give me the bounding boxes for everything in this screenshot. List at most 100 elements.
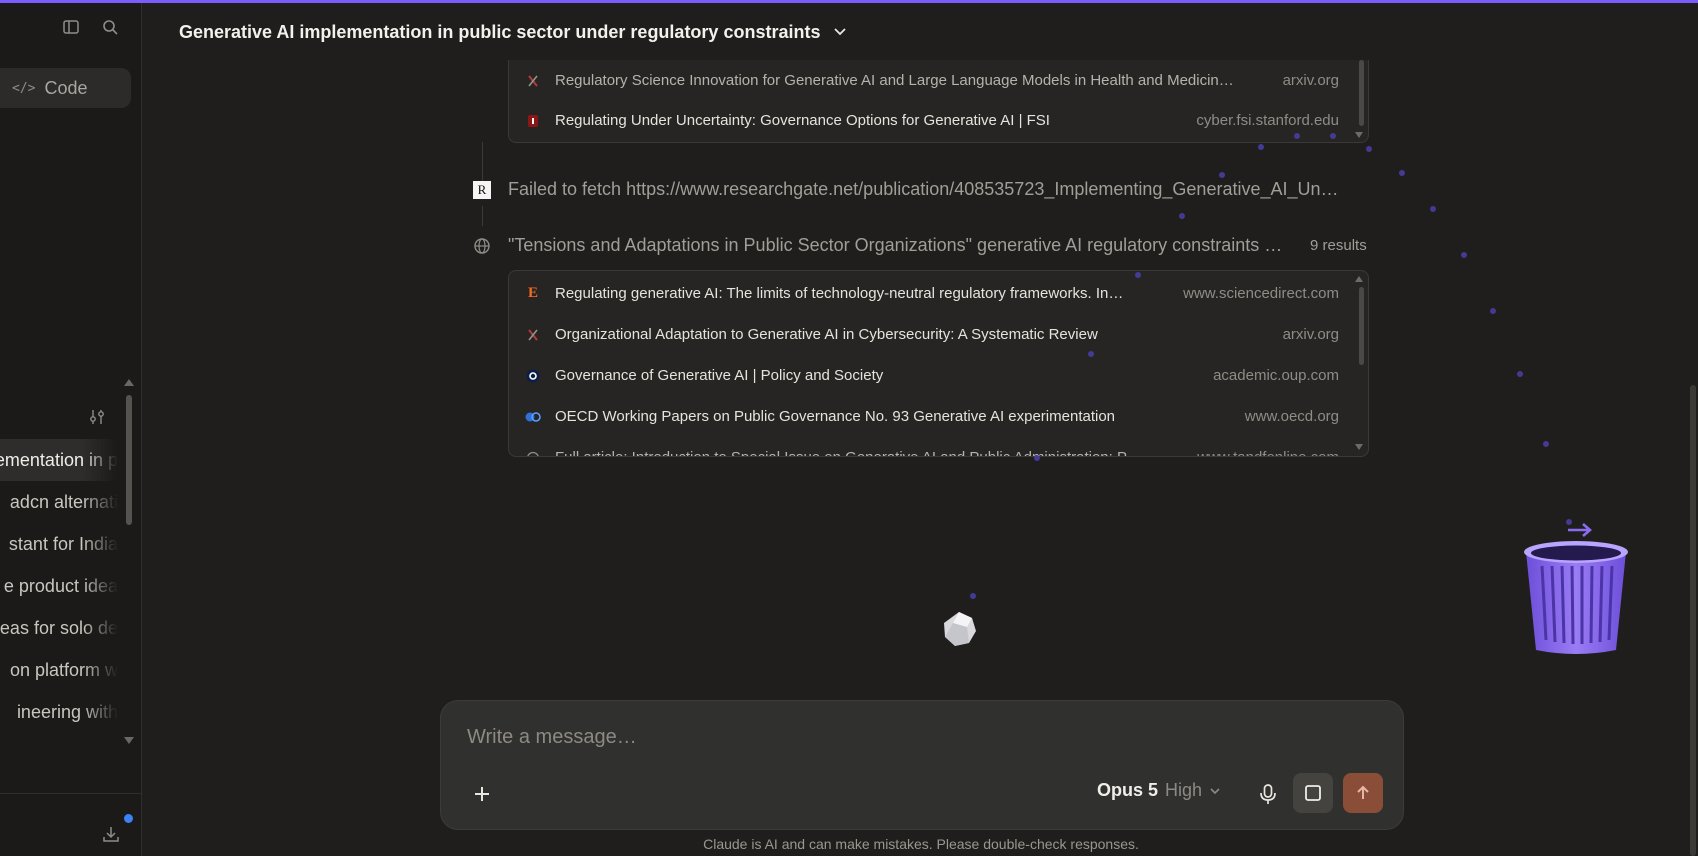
download-icon[interactable] (102, 825, 120, 843)
search-results-box: Regulatory Science Innovation for Genera… (508, 60, 1369, 143)
conversation-title-bar[interactable]: Generative AI implementation in public s… (179, 17, 848, 47)
effort-selector[interactable]: High (1165, 780, 1222, 801)
globe-icon (525, 450, 541, 456)
result-title: Regulatory Science Innovation for Genera… (555, 72, 1234, 89)
chat-item-label: adcn alternati (9, 492, 118, 512)
result-title: Governance of Generative AI | Policy and… (555, 367, 884, 384)
results-scroll-down[interactable] (1355, 444, 1363, 450)
sidebar-divider (0, 793, 141, 794)
chat-item-label: eas for solo de (0, 618, 118, 638)
particle (1366, 146, 1372, 152)
result-row[interactable]: Governance of Generative AI | Policy and… (509, 355, 1349, 396)
result-title: Regulating Under Uncertainty: Governance… (555, 112, 1050, 129)
result-row[interactable]: E Regulating generative AI: The limits o… (509, 273, 1349, 314)
message-input[interactable] (465, 719, 1369, 755)
result-row[interactable]: Regulatory Science Innovation for Genera… (509, 60, 1349, 101)
sidebar-scroll-up[interactable] (124, 379, 134, 386)
timeline-line (482, 142, 483, 182)
result-domain: arxiv.org (1282, 326, 1339, 343)
results-scrollbar[interactable] (1359, 287, 1364, 365)
chat-item-label: ementation in p (0, 450, 118, 470)
microphone-button[interactable] (1251, 777, 1285, 811)
result-domain: academic.oup.com (1213, 367, 1339, 384)
results-scroll-down[interactable] (1355, 132, 1363, 138)
chat-item[interactable]: adcn alternati (0, 481, 118, 523)
code-button[interactable]: </> Code (0, 68, 131, 108)
particle (1034, 455, 1040, 461)
notification-dot (124, 814, 133, 823)
filter-icon[interactable] (88, 408, 106, 426)
chat-list: ementation in p adcn alternati stant for… (0, 439, 124, 733)
sidebar-scrollbar[interactable] (126, 395, 132, 525)
oup-icon (525, 368, 541, 384)
search-query: "Tensions and Adaptations in Public Sect… (508, 235, 1283, 255)
top-accent-line (0, 0, 1698, 3)
particle (1543, 441, 1549, 447)
code-icon: </> (12, 80, 36, 96)
particle (1219, 172, 1225, 178)
chat-item[interactable]: eas for solo de (0, 607, 118, 649)
particle (1330, 133, 1336, 139)
chat-item[interactable]: stant for India (0, 523, 118, 565)
result-row[interactable]: Regulating Under Uncertainty: Governance… (509, 100, 1349, 141)
sidebar-toggle-icon[interactable] (62, 18, 80, 36)
particle (1399, 170, 1405, 176)
globe-icon (472, 236, 492, 256)
chat-item[interactable]: on platform w (0, 649, 118, 691)
effort-label: High (1165, 780, 1203, 800)
chat-item[interactable]: ineering with (0, 691, 118, 733)
result-row[interactable]: Full article: Introduction to Special Is… (509, 437, 1349, 456)
model-selector[interactable]: Opus 5 (1097, 780, 1158, 801)
code-label: Code (44, 77, 88, 98)
chevron-down-icon[interactable] (832, 24, 848, 40)
stop-button[interactable] (1293, 773, 1333, 813)
trash-icon[interactable] (1518, 516, 1634, 656)
stop-icon (1305, 785, 1321, 801)
arxiv-icon (525, 73, 541, 89)
fetch-step: R Failed to fetch https://www.researchga… (472, 179, 1362, 200)
result-domain: cyber.fsi.stanford.edu (1196, 112, 1339, 129)
chat-item-label: e product idea (3, 576, 118, 596)
chat-item-active[interactable]: ementation in p (0, 439, 118, 481)
search-step[interactable]: "Tensions and Adaptations in Public Sect… (472, 235, 1367, 256)
particle (1430, 206, 1436, 212)
particle (1517, 371, 1523, 377)
chat-item[interactable]: e product idea (0, 565, 118, 607)
microphone-icon (1260, 784, 1276, 804)
result-domain: www.sciencedirect.com (1183, 285, 1339, 302)
send-button[interactable] (1343, 773, 1383, 813)
fetch-status-text: Failed to fetch https://www.researchgate… (508, 179, 1339, 199)
elsevier-icon: E (527, 285, 538, 301)
result-title: Full article: Introduction to Special Is… (555, 449, 1183, 456)
conversation-title: Generative AI implementation in public s… (179, 21, 821, 42)
search-icon[interactable] (101, 18, 119, 36)
add-attachment-button[interactable] (465, 777, 499, 811)
loading-spinner-icon (939, 609, 979, 649)
oecd-icon (525, 409, 541, 425)
particle (1088, 351, 1094, 357)
sidebar-scroll-down[interactable] (124, 737, 134, 744)
particle (1461, 252, 1467, 258)
result-row[interactable]: OECD Working Papers on Public Governance… (509, 396, 1349, 437)
results-scrollbar[interactable] (1359, 60, 1364, 126)
particle (1179, 213, 1185, 219)
timeline-line (482, 206, 483, 226)
results-scroll-up[interactable] (1355, 276, 1363, 282)
result-domain: www.oecd.org (1244, 408, 1339, 425)
particle (970, 593, 976, 599)
message-composer: Opus 5 High (440, 700, 1404, 830)
researchgate-icon: R (472, 180, 492, 200)
particle (1135, 272, 1141, 278)
result-title: OECD Working Papers on Public Governance… (555, 408, 1116, 425)
stanford-icon (525, 113, 541, 129)
particle (1294, 133, 1300, 139)
result-row[interactable]: Organizational Adaptation to Generative … (509, 314, 1349, 355)
result-count: 9 results (1310, 237, 1367, 254)
arrow-up-icon (1357, 785, 1369, 799)
particle (1258, 144, 1264, 150)
result-title: Organizational Adaptation to Generative … (555, 326, 1098, 343)
search-results-box: E Regulating generative AI: The limits o… (508, 270, 1369, 457)
main-scrollbar[interactable] (1690, 385, 1696, 856)
result-domain: www.tandfonline.com (1197, 449, 1339, 456)
arxiv-icon (525, 327, 541, 343)
